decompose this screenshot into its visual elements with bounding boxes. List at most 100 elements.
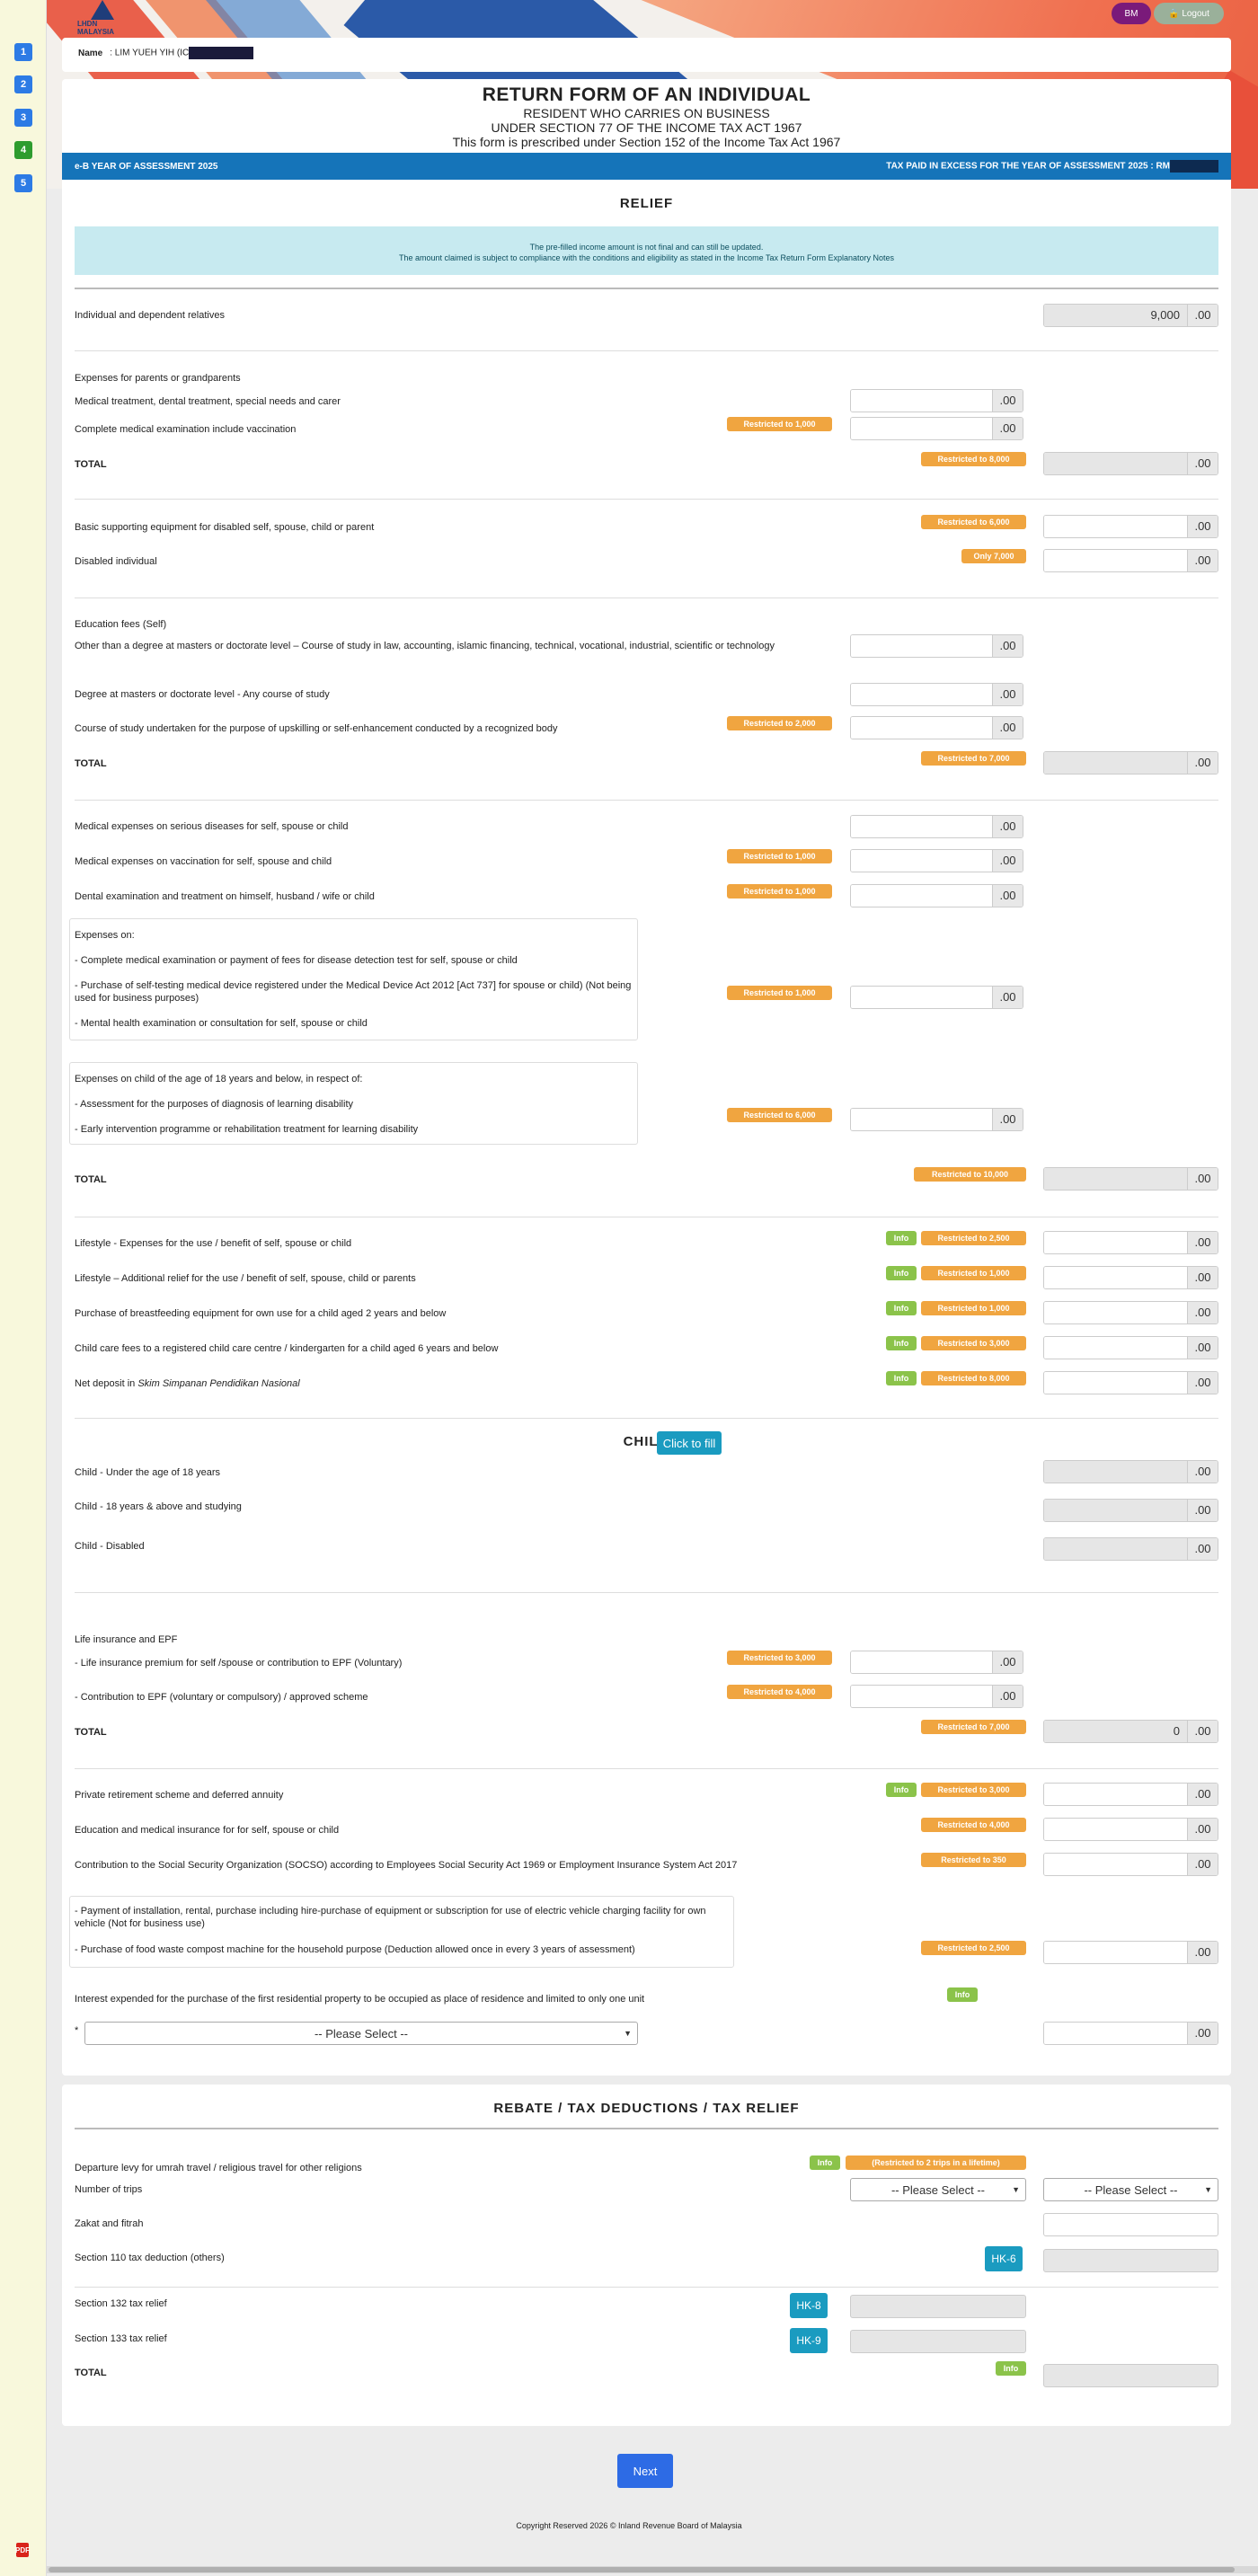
parents-total-label: TOTAL [75,459,107,470]
departure-info-button[interactable]: Info [810,2156,840,2170]
form-header: RETURN FORM OF AN INDIVIDUAL RESIDENT WH… [62,79,1231,153]
disabled-input[interactable]: .00 [1043,549,1218,572]
edu-med-ins-input[interactable]: .00 [1043,1818,1218,1841]
hk8-button[interactable]: HK-8 [790,2293,828,2318]
expenses-b-label: - Purchase of self-testing medical devic… [75,980,632,1004]
edu-upskill-badge: Restricted to 2,000 [727,716,832,730]
childcare-input[interactable]: .00 [1043,1336,1218,1359]
housing-label: Interest expended for the purchase of th… [75,1994,645,2005]
med-total-badge: Restricted to 10,000 [914,1167,1026,1182]
ev-badge: Restricted to 2,500 [921,1941,1026,1955]
form-subtitle-3: This form is prescribed under Section 15… [452,135,841,149]
parents-total-field: .00 [1043,452,1218,475]
pdf-icon[interactable]: PDF [15,2543,30,2557]
breastfeed-input[interactable]: .00 [1043,1301,1218,1324]
departure-label: Departure levy for umrah travel / religi… [75,2163,362,2173]
child18-b-label: - Early intervention programme or rehabi… [75,1124,419,1135]
notice-box: The pre-filled income amount is not fina… [75,226,1218,275]
edu-heading: Education fees (Self) [75,619,167,630]
prs-input[interactable]: .00 [1043,1783,1218,1806]
sspn-input[interactable]: .00 [1043,1371,1218,1394]
language-bm-button[interactable]: BM [1112,3,1151,24]
edu-med-ins-badge: Restricted to 4,000 [921,1818,1026,1832]
lifestyle1-info-button[interactable]: Info [886,1231,917,1245]
child-disabled-label: Child - Disabled [75,1541,145,1552]
breastfeed-info-button[interactable]: Info [886,1301,917,1315]
hk6-button[interactable]: HK-6 [985,2246,1023,2271]
housing-info-button[interactable]: Info [947,1987,978,2002]
lifestyle2-info-button[interactable]: Info [886,1266,917,1280]
prs-badge: Restricted to 3,000 [921,1783,1026,1797]
individual-field: 9,000.00 [1043,304,1218,327]
relief-title: RELIEF [619,196,674,211]
edu-upskill-input[interactable]: .00 [850,716,1023,739]
child18-a-label: - Assessment for the purposes of diagnos… [75,1099,353,1110]
housing-input[interactable]: .00 [1043,2022,1218,2045]
child-u18-label: Child - Under the age of 18 years [75,1467,221,1478]
edu-masters-input[interactable]: .00 [850,683,1023,706]
epf-label: - Contribution to EPF (voluntary or comp… [75,1692,368,1703]
expenses-a-label: - Complete medical examination or paymen… [75,955,518,966]
hk9-button[interactable]: HK-9 [790,2328,828,2353]
trips-select[interactable]: -- Please Select -- ▼ [850,2178,1026,2201]
logout-button[interactable]: 🔒 Logout [1154,3,1224,24]
dental-input[interactable]: .00 [850,884,1023,907]
lock-icon: 🔒 [1168,8,1183,19]
name-label: Name [78,48,103,58]
epf-input[interactable]: .00 [850,1685,1023,1708]
assessment-year: e-B YEAR OF ASSESSMENT 2025 [75,161,218,172]
step-4-button[interactable]: 4 [14,141,32,159]
step-2-button[interactable]: 2 [14,75,32,93]
redacted-amount [1170,160,1218,173]
ev-input[interactable]: .00 [1043,1941,1218,1964]
click-to-fill-button[interactable]: Click to fill [657,1431,722,1455]
child18-input[interactable]: .00 [850,1108,1023,1131]
life-premium-input[interactable]: .00 [850,1651,1023,1674]
s110-field [1043,2249,1218,2272]
step-3-button[interactable]: 3 [14,109,32,127]
parents-medical-label: Medical treatment, dental treatment, spe… [75,396,341,407]
notice-text-2: The amount claimed is subject to complia… [398,253,895,262]
basic-equipment-input[interactable]: .00 [1043,515,1218,538]
expenses-input[interactable]: .00 [850,986,1023,1009]
breastfeed-label: Purchase of breastfeeding equipment for … [75,1308,447,1319]
sspn-info-button[interactable]: Info [886,1371,917,1385]
edu-other-input[interactable]: .00 [850,634,1023,658]
prs-info-button[interactable]: Info [886,1783,917,1797]
basic-equipment-badge: Restricted to 6,000 [921,515,1026,529]
housing-select[interactable]: -- Please Select -- ▼ [84,2022,638,2045]
parents-total-badge: Restricted to 8,000 [921,452,1026,466]
redacted-ic [189,47,254,59]
rebate-total-info-button[interactable]: Info [996,2361,1026,2376]
edu-total-field: .00 [1043,751,1218,775]
disabled-label: Disabled individual [75,556,157,567]
parents-exam-input[interactable]: .00 [850,417,1023,440]
step-1-button[interactable]: 1 [14,43,32,61]
assessment-bar: e-B YEAR OF ASSESSMENT 2025 TAX PAID IN … [62,153,1231,180]
zakat-input[interactable] [1043,2213,1218,2236]
epf-badge: Restricted to 4,000 [727,1685,832,1699]
parents-exam-badge: Restricted to 1,000 [727,417,832,431]
child-18study-field: .00 [1043,1499,1218,1522]
expenses-badge: Restricted to 1,000 [727,986,832,1000]
next-button[interactable]: Next [617,2454,673,2488]
lifestyle2-input[interactable]: .00 [1043,1266,1218,1289]
socso-input[interactable]: .00 [1043,1853,1218,1876]
life-heading: Life insurance and EPF [75,1634,178,1645]
zakat-label: Zakat and fitrah [75,2218,144,2229]
horizontal-scrollbar[interactable] [47,2566,1258,2573]
med-serious-input[interactable]: .00 [850,815,1023,838]
parents-medical-input[interactable]: .00 [850,389,1023,412]
chevron-down-icon: ▼ [1012,2185,1020,2194]
lifestyle1-input[interactable]: .00 [1043,1231,1218,1254]
tax-excess-label: TAX PAID IN EXCESS FOR THE YEAR OF ASSES… [886,161,1170,172]
step-5-button[interactable]: 5 [14,174,32,192]
trips-amount-select[interactable]: -- Please Select -- ▼ [1043,2178,1218,2201]
childcare-info-button[interactable]: Info [886,1336,917,1350]
med-vaccination-badge: Restricted to 1,000 [727,849,832,863]
sspn-label: Net deposit in Skim Simpanan Pendidikan … [75,1378,300,1389]
life-premium-label: - Life insurance premium for self /spous… [75,1658,403,1669]
life-total-field: 0.00 [1043,1720,1218,1743]
med-vaccination-input[interactable]: .00 [850,849,1023,872]
life-total-badge: Restricted to 7,000 [921,1720,1026,1734]
